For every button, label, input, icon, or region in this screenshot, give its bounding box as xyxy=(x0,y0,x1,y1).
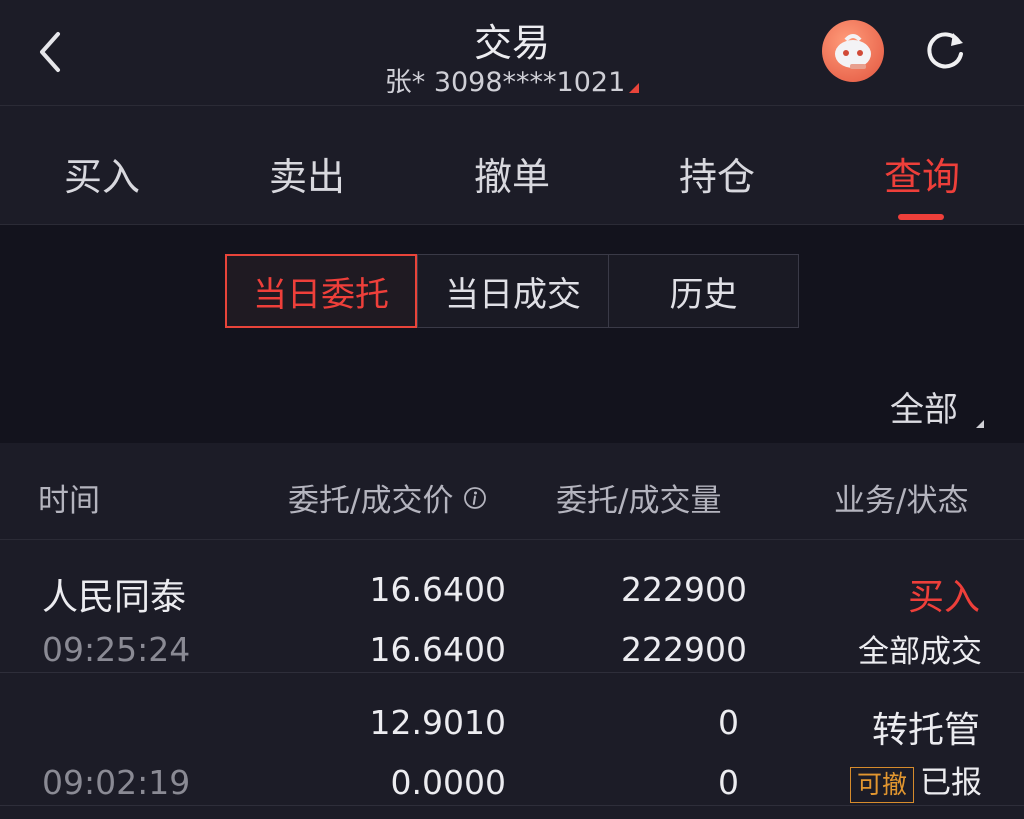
row-divider xyxy=(0,805,1024,806)
order-price: 12.9010 xyxy=(369,703,506,742)
info-icon[interactable] xyxy=(463,486,487,510)
segment-history[interactable]: 历史 xyxy=(608,254,799,328)
deal-price: 16.6400 xyxy=(369,630,506,669)
tab-cancel[interactable]: 撤单 xyxy=(410,146,614,201)
tab-sell[interactable]: 卖出 xyxy=(205,146,409,201)
deal-qty: 0 xyxy=(718,763,739,802)
segment-today-deals[interactable]: 当日成交 xyxy=(417,254,609,328)
table-header: 时间 委托/成交价 委托/成交量 业务/状态 xyxy=(0,443,1024,540)
tab-positions[interactable]: 持仓 xyxy=(615,146,819,201)
business-type: 转托管 xyxy=(871,710,980,751)
column-header-price-label: 委托/成交价 xyxy=(288,483,454,519)
column-header-price[interactable]: 委托/成交价 xyxy=(288,475,487,520)
active-tab-indicator xyxy=(898,214,944,220)
order-price: 16.6400 xyxy=(369,570,506,609)
business-type: 买入 xyxy=(907,577,980,618)
stock-name: 人民同泰 xyxy=(42,577,187,618)
table-row[interactable]: 人民同泰 09:25:24 16.6400 16.6400 222900 222… xyxy=(0,540,1024,672)
column-header-status: 业务/状态 xyxy=(834,483,969,519)
tab-buy[interactable]: 买入 xyxy=(0,146,204,201)
order-qty: 0 xyxy=(718,703,739,742)
refresh-icon xyxy=(927,32,963,69)
tab-query[interactable]: 查询 xyxy=(820,146,1024,201)
deal-price: 0.0000 xyxy=(390,763,506,802)
table-row[interactable]: 09:02:19 12.9010 0.0000 0 0 转托管 可撤 已报 xyxy=(0,673,1024,819)
deal-qty: 222900 xyxy=(621,630,747,669)
order-time: 09:25:24 xyxy=(42,630,191,669)
dropdown-corner-icon xyxy=(976,420,984,428)
dropdown-corner-icon xyxy=(629,83,640,93)
order-time: 09:02:19 xyxy=(42,763,191,802)
segment-today-orders[interactable]: 当日委托 xyxy=(225,254,417,328)
assistant-avatar[interactable] xyxy=(822,20,884,82)
column-header-time: 时间 xyxy=(38,483,100,519)
chatbot-icon xyxy=(835,34,871,69)
order-status-group: 可撤 已报 xyxy=(849,757,982,803)
refresh-button[interactable] xyxy=(920,25,970,75)
trade-tab-bar: 买入 卖出 撤单 持仓 查询 xyxy=(0,106,1024,225)
filter-dropdown[interactable]: 全部 xyxy=(890,382,958,431)
column-header-qty: 委托/成交量 xyxy=(556,483,722,519)
account-label: 张* 3098****1021 xyxy=(384,67,626,98)
order-qty: 222900 xyxy=(621,570,747,609)
order-status: 已报 xyxy=(920,765,982,801)
order-status: 全部成交 xyxy=(858,634,982,670)
cancelable-badge[interactable]: 可撤 xyxy=(849,766,914,803)
